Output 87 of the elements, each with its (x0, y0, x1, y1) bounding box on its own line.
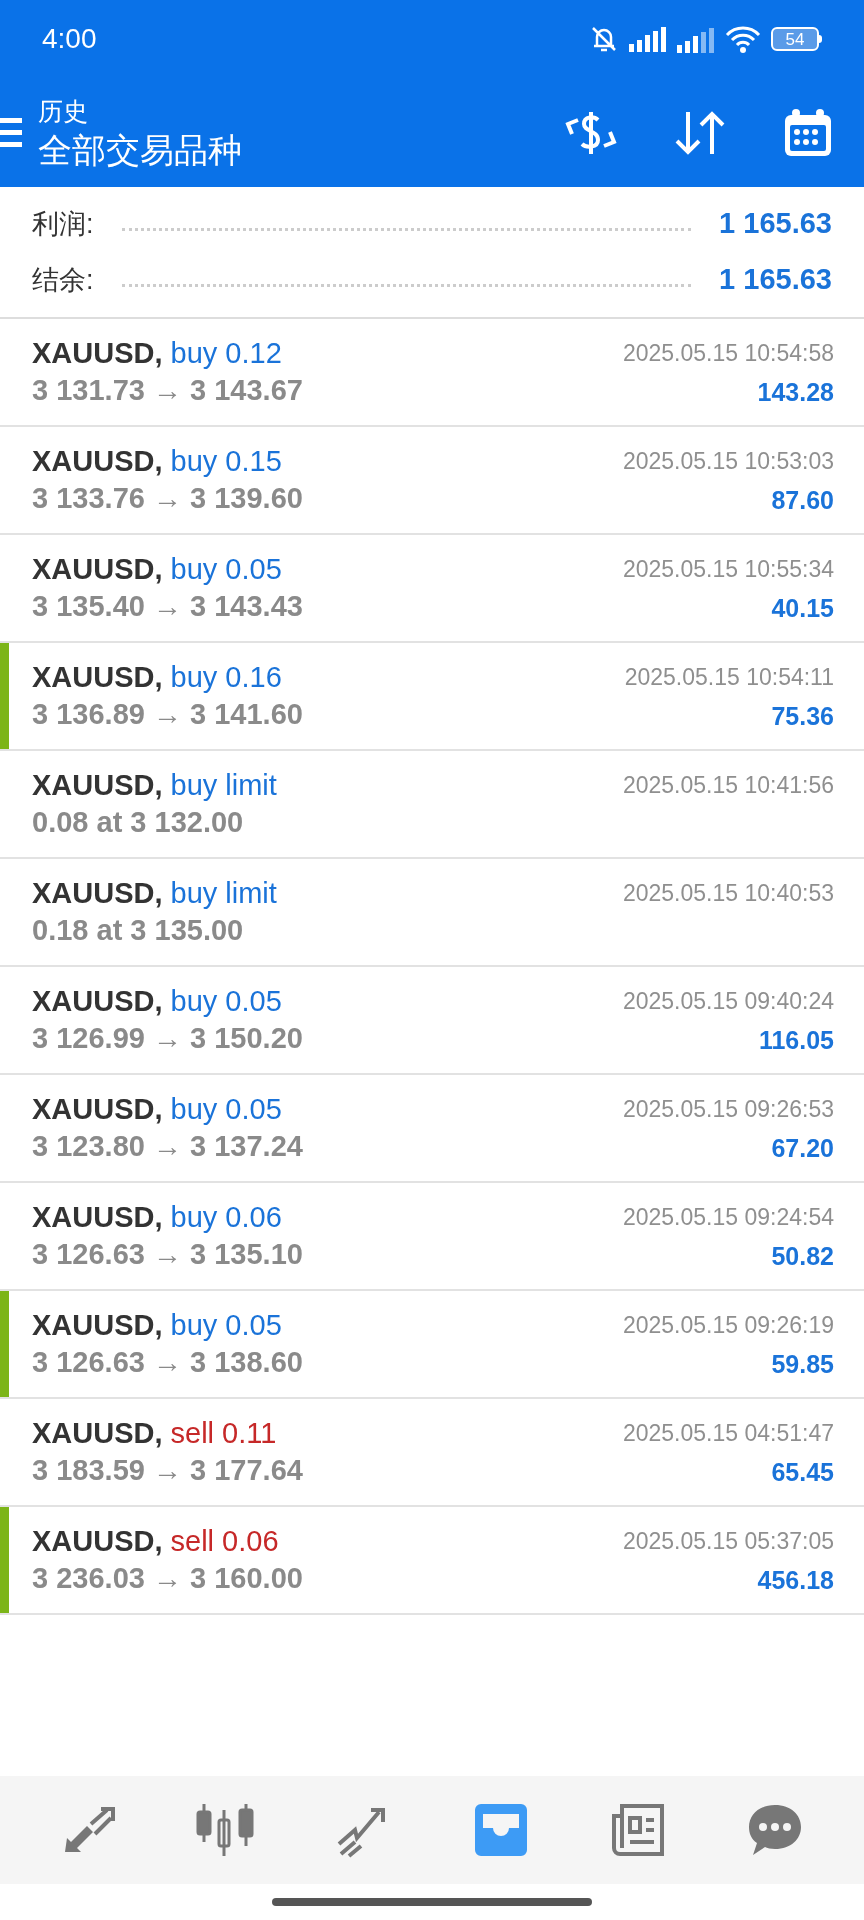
trade-symbol: XAUUSD, (32, 1416, 163, 1451)
trade-time: 2025.05.15 04:51:47 (622, 1419, 834, 1448)
trade-row[interactable]: XAUUSD, sell 0.06 3 236.03 → 3 160.00 2025.05.15 05:37:05 456.18 (0, 1507, 864, 1615)
trade-profit: 143.28 (757, 377, 834, 408)
inbox-icon (472, 1804, 529, 1856)
trade-row[interactable]: XAUUSD, buy 0.05 3 123.80 → 3 137.24 2025.05.15 09:26:53 67.20 (0, 1075, 864, 1183)
trade-symbol: XAUUSD, (32, 768, 163, 803)
trade-prices: 3 136.89 → 3 141.60 (32, 697, 303, 732)
trade-symbol: XAUUSD, (32, 876, 163, 911)
order-type: buy 0.15 (170, 444, 282, 479)
trade-time: 2025.05.15 10:55:34 (622, 555, 834, 584)
trade-row[interactable]: XAUUSD, buy 0.05 3 135.40 → 3 143.43 2025.05.15 10:55:34 40.15 (0, 535, 864, 643)
status-time: 4:00 (42, 22, 97, 56)
trade-time: 2025.05.15 09:26:53 (622, 1095, 834, 1124)
trade-prices: 0.18 at 3 135.00 (32, 913, 245, 948)
battery-icon: 54 (771, 27, 822, 51)
trade-row[interactable]: XAUUSD, buy limit 0.08 at 3 132.00 2025.05.15 10:41:56 (0, 751, 864, 859)
calendar-icon[interactable] (782, 106, 834, 159)
trade-prices: 3 183.59 → 3 177.64 (32, 1453, 303, 1488)
trade-time: 2025.05.15 10:54:58 (622, 339, 834, 368)
trade-time: 2025.05.15 10:40:53 (622, 879, 834, 908)
trade-time: 2025.05.15 09:24:54 (622, 1203, 834, 1232)
trade-profit: 75.36 (771, 701, 834, 732)
newspaper-icon (609, 1802, 666, 1858)
candlestick-icon (196, 1802, 256, 1858)
trade-row[interactable]: XAUUSD, buy limit 0.18 at 3 135.00 2025.05.15 10:40:53 (0, 859, 864, 967)
trade-profit: 87.60 (771, 485, 834, 516)
order-type: buy 0.05 (170, 1092, 282, 1127)
trade-profit: 67.20 (771, 1133, 834, 1164)
symbol-filter[interactable]: 全部交易品种 (38, 127, 242, 172)
order-type: buy 0.06 (170, 1200, 282, 1235)
trade-symbol: XAUUSD, (32, 336, 163, 371)
trade-symbol: XAUUSD, (32, 660, 163, 695)
summary-value: 1 165.63 (719, 206, 832, 242)
summary-label: 利润: (32, 207, 94, 241)
chat-bubble-icon (747, 1803, 804, 1857)
order-type: buy 0.12 (170, 336, 282, 371)
trade-time: 2025.05.15 10:41:56 (622, 771, 834, 800)
trade-row[interactable]: XAUUSD, buy 0.05 3 126.63 → 3 138.60 2025.05.15 09:26:19 59.85 (0, 1291, 864, 1399)
order-type: buy 0.16 (170, 660, 282, 695)
trade-time: 2025.05.15 10:53:03 (622, 447, 834, 476)
signal-icon (677, 25, 715, 53)
summary-value: 1 165.63 (719, 262, 832, 298)
trade-time: 2025.05.15 05:37:05 (622, 1527, 834, 1556)
trade-row[interactable]: XAUUSD, buy 0.06 3 126.63 → 3 135.10 2025.05.15 09:24:54 50.82 (0, 1183, 864, 1291)
trade-symbol: XAUUSD, (32, 1524, 163, 1559)
order-type: buy limit (170, 768, 277, 803)
trade-prices: 3 236.03 → 3 160.00 (32, 1561, 303, 1596)
trade-symbol: XAUUSD, (32, 1308, 163, 1343)
menu-icon[interactable] (0, 115, 22, 150)
order-type: sell 0.06 (170, 1524, 279, 1559)
trade-row[interactable]: XAUUSD, buy 0.16 3 136.89 → 3 141.60 2025.05.15 10:54:11 75.36 (0, 643, 864, 751)
trade-profit: 50.82 (771, 1241, 834, 1272)
trade-time: 2025.05.15 10:54:11 (624, 663, 834, 692)
order-type: sell 0.11 (170, 1416, 277, 1451)
trade-profit: 116.05 (758, 1025, 834, 1056)
trade-symbol: XAUUSD, (32, 552, 163, 587)
wifi-icon (725, 25, 761, 53)
screen-title: 历史 (38, 95, 89, 127)
trade-profit: 59.85 (771, 1349, 834, 1380)
trade-row[interactable]: XAUUSD, buy 0.05 3 126.99 → 3 150.20 2025.05.15 09:40:24 116.05 (0, 967, 864, 1075)
trade-profit: 65.45 (771, 1457, 834, 1488)
trade-prices: 3 126.63 → 3 138.60 (32, 1345, 303, 1380)
signal-icon (629, 26, 667, 52)
trade-row[interactable]: XAUUSD, buy 0.15 3 133.76 → 3 139.60 2025.05.15 10:53:03 87.60 (0, 427, 864, 535)
trade-time: 2025.05.15 09:26:19 (622, 1311, 834, 1340)
order-type: buy 0.05 (170, 1308, 282, 1343)
order-type: buy 0.05 (170, 984, 282, 1019)
trade-profit: 456.18 (757, 1565, 834, 1596)
trade-prices: 3 126.99 → 3 150.20 (32, 1021, 303, 1056)
trade-prices: 3 126.63 → 3 135.10 (32, 1237, 303, 1272)
trade-symbol: XAUUSD, (32, 984, 163, 1019)
trade-profit: 40.15 (771, 593, 834, 624)
trade-symbol: XAUUSD, (32, 1200, 163, 1235)
trade-prices: 3 133.76 → 3 139.60 (32, 481, 303, 516)
trade-row[interactable]: XAUUSD, buy 0.12 3 131.73 → 3 143.67 2025.05.15 10:54:58 143.28 (0, 319, 864, 427)
trade-prices: 3 123.80 → 3 137.24 (32, 1129, 303, 1164)
trade-symbol: XAUUSD, (32, 444, 163, 479)
trade-time: 2025.05.15 09:40:24 (622, 987, 834, 1016)
trade-prices: 0.08 at 3 132.00 (32, 805, 245, 840)
order-type: buy 0.05 (170, 552, 282, 587)
order-type: buy limit (170, 876, 277, 911)
summary-label: 结余: (32, 263, 94, 297)
trade-row[interactable]: XAUUSD, sell 0.11 3 183.59 → 3 177.64 2025.05.15 04:51:47 65.45 (0, 1399, 864, 1507)
trade-prices: 3 135.40 → 3 143.43 (32, 589, 303, 624)
trade-prices: 3 131.73 → 3 143.67 (32, 373, 303, 408)
trade-symbol: XAUUSD, (32, 1092, 163, 1127)
